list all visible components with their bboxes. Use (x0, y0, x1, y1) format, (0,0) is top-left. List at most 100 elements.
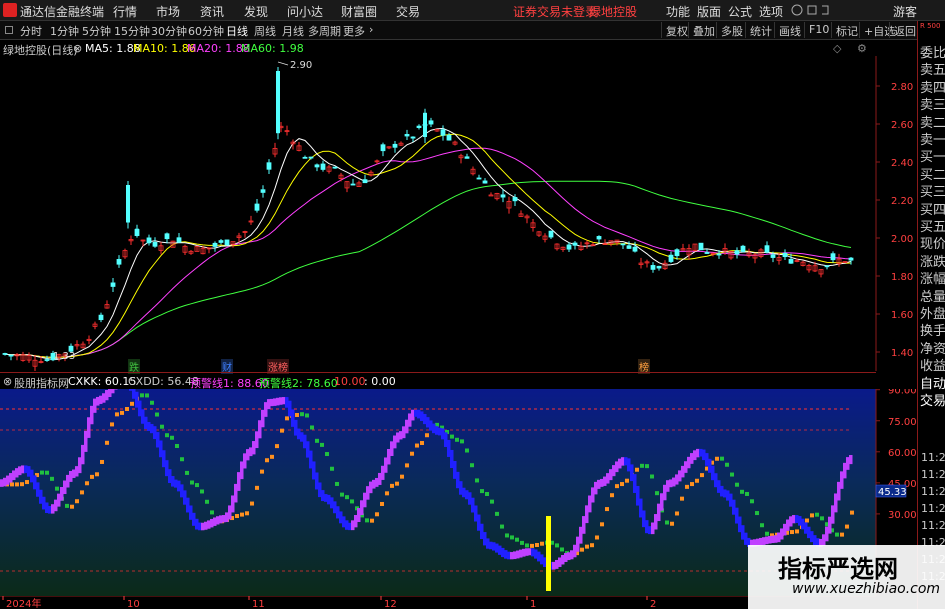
menu-market[interactable]: 行情 (113, 3, 137, 20)
panel-label[interactable]: 交易 (920, 395, 945, 408)
kline-segment (498, 545, 502, 555)
menu-ask[interactable]: 问小达 (287, 3, 323, 20)
candlestick-chart[interactable]: 2.802.602.402.202.001.801.601.40 2.90 1.… (0, 56, 917, 371)
price-tick-label: 2.20 (891, 196, 913, 207)
period-weekly[interactable]: 周线 (254, 23, 276, 39)
period-1min[interactable]: 1分钟 (50, 23, 79, 39)
kline-segment (621, 457, 625, 466)
dline-dot (255, 485, 259, 490)
watermark-title: 指标严选网 (778, 555, 898, 583)
indicator-tick-label: 90.00 (888, 389, 917, 397)
btn-f10[interactable]: F10 (804, 22, 833, 38)
menu-trade[interactable]: 交易 (396, 3, 420, 20)
settings-gear-icon[interactable]: ⚙ (857, 42, 867, 55)
candle (818, 268, 824, 278)
btn-stats[interactable]: 统计 (745, 22, 776, 38)
menu-markets[interactable]: 市场 (156, 3, 180, 20)
kline-segment (651, 522, 655, 535)
kline-segment (363, 492, 367, 508)
candle (80, 341, 86, 349)
diamond-icon[interactable]: ◇ (833, 42, 841, 55)
dline-dot (515, 537, 519, 542)
candle (380, 142, 386, 157)
btn-overlay[interactable]: 叠加 (688, 22, 719, 38)
candle (554, 243, 560, 251)
period-more[interactable]: 更多 (343, 23, 365, 39)
candle (134, 229, 140, 238)
kline-segment (465, 490, 469, 500)
candle (126, 185, 130, 223)
kline-segment (270, 398, 274, 407)
btn-draw[interactable]: 画线 (774, 22, 805, 38)
dline-dot (405, 463, 409, 468)
candle (434, 128, 440, 132)
period-5min[interactable]: 5分钟 (82, 23, 111, 39)
current-indicator-value: 45.33 (878, 487, 907, 498)
period-monthly[interactable]: 月线 (282, 23, 304, 39)
kline-segment (735, 507, 739, 524)
kline-segment (246, 449, 250, 461)
candle (686, 244, 692, 260)
menu-formula[interactable]: 公式 (728, 3, 752, 20)
ma10-line (4, 133, 852, 358)
user-guest[interactable]: 游客 (893, 3, 917, 20)
btn-multistock[interactable]: 多股 (716, 22, 747, 38)
kline-segment (318, 482, 322, 498)
kline-segment (732, 499, 736, 515)
btn-mark[interactable]: 标记 (831, 22, 862, 38)
dline-dot (475, 478, 479, 483)
candle (362, 174, 368, 184)
menu-layout[interactable]: 版面 (697, 3, 721, 20)
kline-segment (441, 428, 445, 440)
ma-menu-icon[interactable]: ⊗ (73, 42, 82, 55)
kline-segment (579, 526, 583, 544)
dline-dot (815, 512, 819, 517)
period-daily[interactable]: 日线 (226, 23, 248, 39)
candle (218, 239, 224, 245)
menu-news[interactable]: 资讯 (200, 3, 224, 20)
kline-segment (324, 494, 328, 502)
kline-segment (396, 432, 400, 443)
period-multi[interactable]: 多周期 (308, 23, 341, 39)
kline-segment (783, 523, 787, 536)
kline-segment (711, 465, 715, 481)
quote-side-panel: R 500 委比 卖五 卖四 卖三 卖二 卖一 买一 买二 买三 买四 买五 现价 涨跌 涨幅 总量 外盘 换手… (917, 21, 945, 609)
panel-label[interactable]: 自动 (920, 378, 945, 391)
kline-segment (78, 457, 82, 474)
period-30min[interactable]: 30分钟 (151, 23, 187, 39)
candle (698, 242, 704, 251)
kline-segment (390, 441, 394, 456)
period-15min[interactable]: 15分钟 (114, 23, 150, 39)
dline-dot (395, 481, 399, 486)
menu-toggle-icon[interactable] (5, 26, 13, 34)
candle (638, 257, 644, 269)
kline-segment (591, 487, 595, 503)
signal-bar (546, 516, 551, 591)
menu-wealth[interactable]: 财富圈 (341, 3, 377, 20)
menu-discover[interactable]: 发现 (244, 3, 268, 20)
dline-dot (380, 501, 384, 506)
candle (494, 192, 500, 201)
candle (692, 243, 698, 252)
period-60min[interactable]: 60分钟 (188, 23, 224, 39)
trade-status-warning[interactable]: 证券交易未登录 (513, 3, 597, 20)
btn-back[interactable]: 返回 (889, 22, 920, 38)
chevron-right-icon[interactable]: › (369, 23, 373, 36)
kline-segment (804, 522, 808, 534)
trade-time: 11:28 (921, 485, 945, 498)
window-controls (791, 4, 829, 16)
period-timeshare[interactable]: 分时 (20, 23, 42, 39)
kline-segment (45, 502, 49, 514)
kline-segment (336, 506, 340, 519)
indicator-menu-icon[interactable]: ⊗ (3, 375, 12, 388)
menu-function[interactable]: 功能 (666, 3, 690, 20)
kline-segment (738, 516, 742, 533)
kline-segment (504, 550, 508, 559)
menu-options[interactable]: 选项 (759, 3, 783, 20)
dline-dot (425, 433, 429, 438)
dline-dot (495, 511, 499, 516)
candle (272, 142, 278, 158)
candle (458, 153, 464, 164)
dline-dot (680, 496, 684, 501)
kline-segment (297, 428, 301, 440)
